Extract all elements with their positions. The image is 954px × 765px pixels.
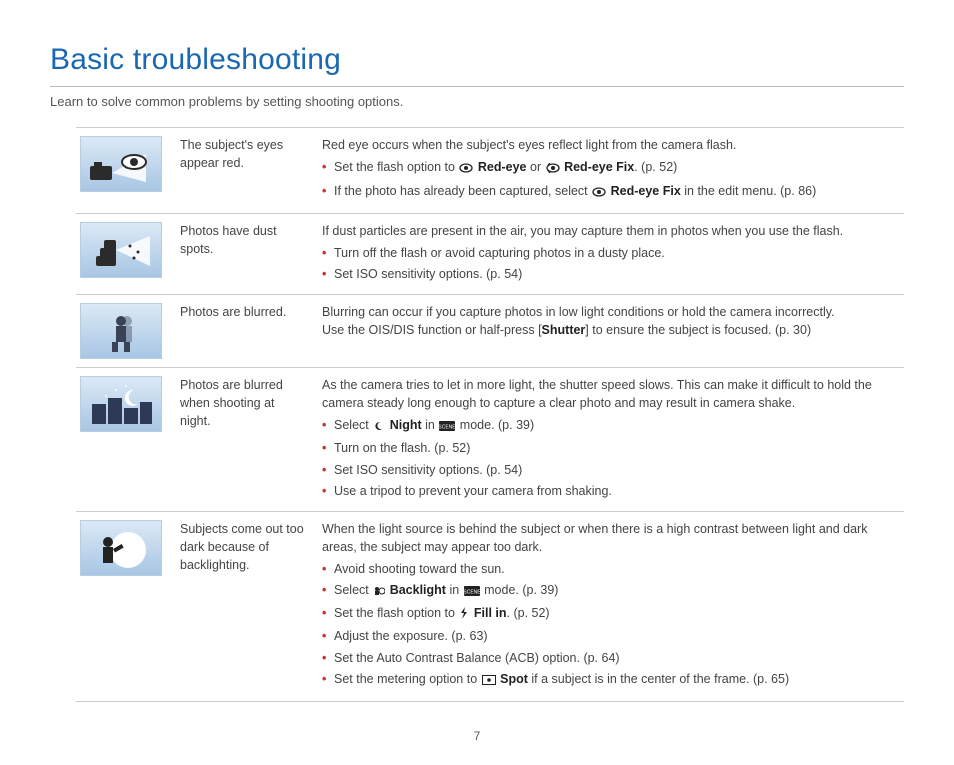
red-eye-illustration [80, 136, 162, 192]
solution-cell: As the camera tries to let in more light… [318, 368, 904, 512]
list-item: Select Backlight in SCENE mode. (p. 39) [322, 581, 894, 601]
table-row: Photos are blurred. Blurring can occur i… [76, 295, 904, 368]
night-illustration [80, 376, 162, 432]
table-row: The subject's eyes appear red. Red eye o… [76, 128, 904, 213]
intro-text: Learn to solve common problems by settin… [50, 93, 904, 112]
solution-lead: When the light source is behind the subj… [322, 520, 894, 556]
page-title: Basic troubleshooting [50, 38, 904, 82]
list-item: Set the flash option to Red-eye or Red-e… [322, 158, 894, 178]
troubleshooting-table: The subject's eyes appear red. Red eye o… [76, 127, 904, 702]
solution-cell: When the light source is behind the subj… [318, 511, 904, 701]
list-item: Turn off the flash or avoid capturing ph… [322, 244, 894, 262]
blurred-illustration [80, 303, 162, 359]
backlight-illustration [80, 520, 162, 576]
solution-lead: As the camera tries to let in more light… [322, 376, 894, 412]
red-eye-fix-icon [546, 160, 560, 178]
list-item: Set the metering option to Spot if a sub… [322, 670, 894, 690]
table-row: Photos are blurred when shooting at nigh… [76, 368, 904, 512]
night-mode-icon [373, 418, 385, 436]
svg-text:SCENE: SCENE [464, 590, 480, 596]
page-number: 7 [50, 728, 904, 745]
problem-label: Photos are blurred. [176, 295, 318, 368]
red-eye-fix-icon [592, 184, 606, 202]
table-row: Photos have dust spots. If dust particle… [76, 213, 904, 294]
list-item: Set ISO sensitivity options. (p. 54) [322, 265, 894, 283]
list-item: If the photo has already been captured, … [322, 182, 894, 202]
title-rule [50, 86, 904, 87]
problem-label: Subjects come out too dark because of ba… [176, 511, 318, 701]
problem-label: Photos are blurred when shooting at nigh… [176, 368, 318, 512]
solution-cell: If dust particles are present in the air… [318, 213, 904, 294]
solution-lead: If dust particles are present in the air… [322, 222, 894, 240]
list-item: Set ISO sensitivity options. (p. 54) [322, 461, 894, 479]
problem-label: Photos have dust spots. [176, 213, 318, 294]
scene-mode-icon: SCENE [439, 418, 455, 436]
scene-mode-icon: SCENE [464, 583, 480, 601]
fill-in-flash-icon [459, 606, 469, 624]
spot-metering-icon [482, 672, 496, 690]
list-item: Avoid shooting toward the sun. [322, 560, 894, 578]
backlight-icon [373, 583, 385, 601]
list-item: Set the Auto Contrast Balance (ACB) opti… [322, 649, 894, 667]
dust-illustration [80, 222, 162, 278]
solution-cell: Blurring can occur if you capture photos… [318, 295, 904, 368]
table-row: Subjects come out too dark because of ba… [76, 511, 904, 701]
solution-cell: Red eye occurs when the subject's eyes r… [318, 128, 904, 213]
problem-label: The subject's eyes appear red. [176, 128, 318, 213]
list-item: Adjust the exposure. (p. 63) [322, 627, 894, 645]
red-eye-icon [459, 160, 473, 178]
list-item: Select Night in SCENE mode. (p. 39) [322, 416, 894, 436]
list-item: Set the flash option to Fill in. (p. 52) [322, 604, 894, 624]
list-item: Turn on the flash. (p. 52) [322, 439, 894, 457]
svg-text:SCENE: SCENE [439, 425, 455, 431]
solution-lead: Red eye occurs when the subject's eyes r… [322, 136, 894, 154]
list-item: Use a tripod to prevent your camera from… [322, 482, 894, 500]
